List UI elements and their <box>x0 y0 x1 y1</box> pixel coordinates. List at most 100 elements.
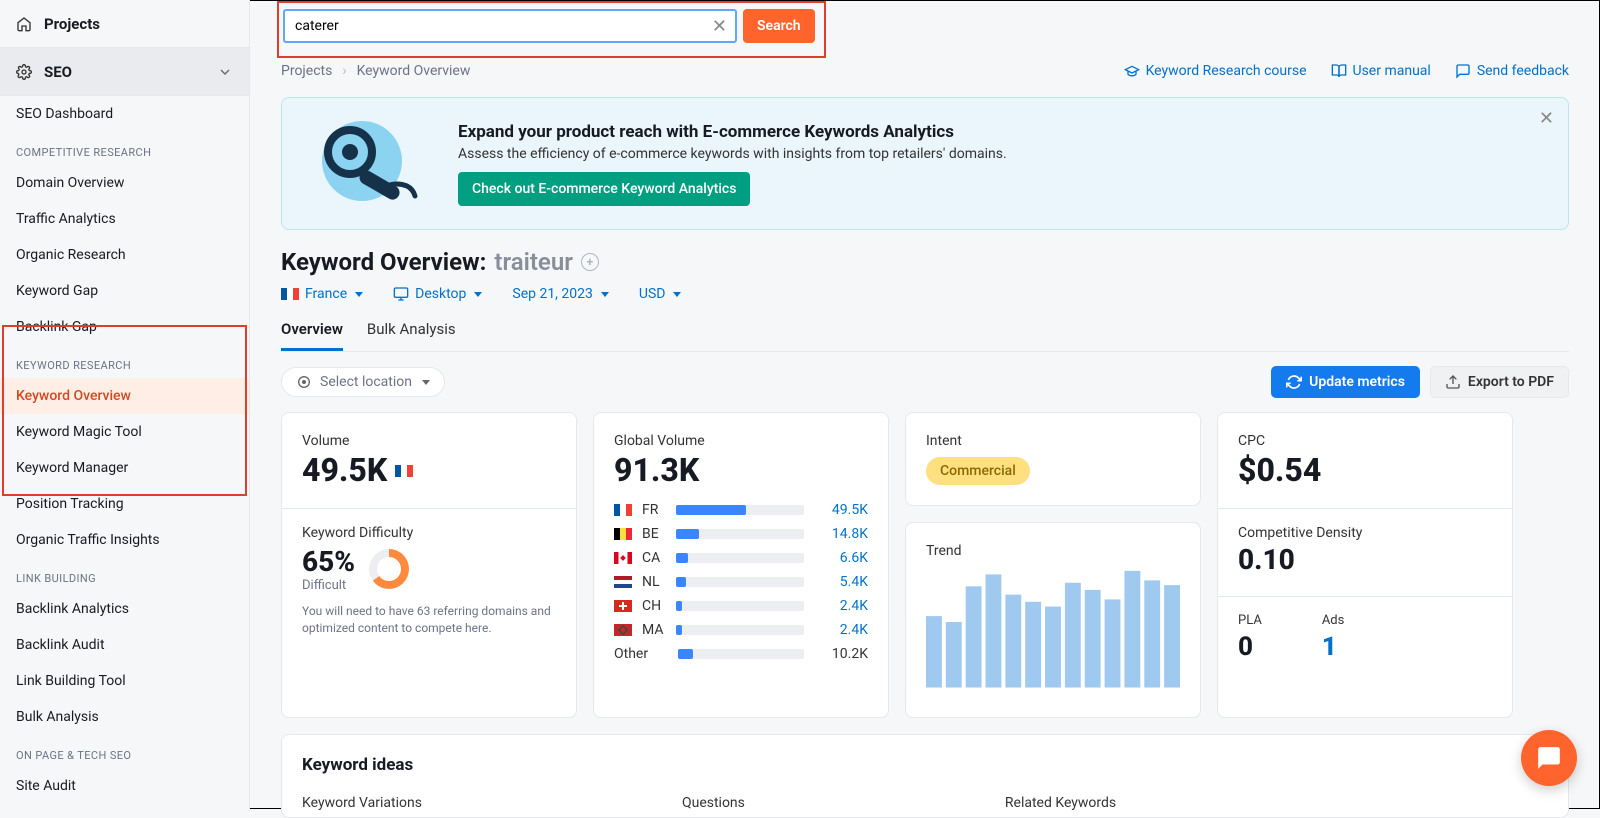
link-send-feedback[interactable]: Send feedback <box>1455 63 1569 79</box>
flag-ca-icon <box>614 552 632 564</box>
promo-illustration <box>302 116 432 211</box>
sidebar-item[interactable]: Organic Research <box>0 237 249 273</box>
sidebar-item[interactable]: Link Building Tool <box>0 663 249 699</box>
cpc-label: CPC <box>1238 433 1492 449</box>
volume-value[interactable]: 14.8K <box>814 526 868 542</box>
sidebar-item[interactable]: Position Tracking <box>0 486 249 522</box>
volume-value[interactable]: 2.4K <box>814 622 868 638</box>
country-code: BE <box>642 526 666 542</box>
global-row: BE 14.8K <box>614 526 868 542</box>
update-metrics-button[interactable]: Update metrics <box>1271 366 1420 398</box>
trend-chart <box>926 563 1180 693</box>
volume-bar <box>676 505 804 515</box>
ads-value: 1 <box>1322 632 1345 662</box>
promo-title: Expand your product reach with E-commerc… <box>458 122 1007 142</box>
flag-be-icon <box>614 528 632 540</box>
volume-value[interactable]: 5.4K <box>814 574 868 590</box>
search-button[interactable]: Search <box>743 9 815 43</box>
global-row: CA 6.6K <box>614 550 868 566</box>
sidebar-item[interactable]: Traffic Analytics <box>0 201 249 237</box>
sidebar-item[interactable]: Listing Management <box>0 804 249 809</box>
global-row-other: Other 10.2K <box>614 646 868 662</box>
sidebar-item[interactable]: Backlink Gap <box>0 309 249 345</box>
target-icon <box>296 374 312 390</box>
breadcrumb-root[interactable]: Projects <box>281 63 332 79</box>
sidebar-item[interactable]: Keyword Manager <box>0 450 249 486</box>
tab-bulk-analysis[interactable]: Bulk Analysis <box>367 320 456 351</box>
chevron-down-icon <box>217 64 233 80</box>
link-keyword-course[interactable]: Keyword Research course <box>1124 63 1307 79</box>
sidebar-item-keyword-overview[interactable]: Keyword Overview <box>0 378 249 414</box>
sidebar-heading: ON PAGE & TECH SEO <box>0 735 249 768</box>
sidebar-heading: COMPETITIVE RESEARCH <box>0 132 249 165</box>
sidebar-item[interactable]: Site Audit <box>0 768 249 804</box>
country-code: CA <box>642 550 666 566</box>
pla-label: PLA <box>1238 613 1262 628</box>
sidebar-seo-label: SEO <box>44 63 72 81</box>
location-select[interactable]: Select location <box>281 367 445 397</box>
sidebar-seo[interactable]: SEO <box>0 48 249 96</box>
promo-banner: Expand your product reach with E-commerc… <box>281 97 1569 230</box>
kd-sub: Difficult <box>302 578 355 593</box>
flag-ma-icon <box>614 624 632 636</box>
pla-value: 0 <box>1238 632 1262 662</box>
volume-value[interactable]: 49.5K <box>814 502 868 518</box>
ideas-title: Keyword ideas <box>302 755 1548 775</box>
card-cpc: CPC $0.54 Competitive Density 0.10 PLA 0… <box>1217 412 1513 718</box>
page-keyword: traiteur <box>494 248 572 276</box>
sidebar-item[interactable]: Keyword Magic Tool <box>0 414 249 450</box>
trend-label: Trend <box>926 543 1180 559</box>
sidebar: Projects SEO SEO Dashboard COMPETITIVE R… <box>0 0 250 809</box>
search-input[interactable] <box>293 17 712 35</box>
filter-date[interactable]: Sep 21, 2023 <box>512 286 609 302</box>
cd-label: Competitive Density <box>1238 525 1492 541</box>
card-keyword-ideas: Keyword ideas Keyword Variations Questio… <box>281 734 1569 818</box>
export-pdf-button[interactable]: Export to PDF <box>1430 366 1569 398</box>
volume-value[interactable]: 6.6K <box>814 550 868 566</box>
volume-bar <box>676 553 804 563</box>
filter-device[interactable]: Desktop <box>393 286 482 302</box>
upload-icon <box>1445 374 1461 390</box>
chevron-right-icon: › <box>342 63 346 79</box>
sidebar-item-seo-dashboard[interactable]: SEO Dashboard <box>0 96 249 132</box>
promo-close-icon[interactable]: ✕ <box>1539 108 1554 129</box>
tab-overview[interactable]: Overview <box>281 320 343 351</box>
global-row: FR 49.5K <box>614 502 868 518</box>
sidebar-item[interactable]: Domain Overview <box>0 165 249 201</box>
country-code: NL <box>642 574 666 590</box>
book-icon <box>1331 63 1347 79</box>
sidebar-item[interactable]: Keyword Gap <box>0 273 249 309</box>
cpc-value: $0.54 <box>1238 453 1492 488</box>
volume-bar <box>676 625 804 635</box>
volume-value[interactable]: 2.4K <box>814 598 868 614</box>
promo-cta-button[interactable]: Check out E-commerce Keyword Analytics <box>458 172 750 206</box>
global-row: CH 2.4K <box>614 598 868 614</box>
chat-icon <box>1536 745 1562 771</box>
sidebar-item[interactable]: Organic Traffic Insights <box>0 522 249 558</box>
kd-label: Keyword Difficulty <box>302 525 556 541</box>
refresh-icon <box>1286 374 1302 390</box>
sidebar-projects[interactable]: Projects <box>0 0 249 48</box>
volume-bar <box>676 601 804 611</box>
home-icon <box>16 16 32 32</box>
country-code: CH <box>642 598 666 614</box>
link-user-manual[interactable]: User manual <box>1331 63 1431 79</box>
filter-currency[interactable]: USD <box>639 286 682 302</box>
tabs: Overview Bulk Analysis <box>281 320 1569 352</box>
gear-icon <box>16 64 32 80</box>
card-trend: Trend <box>905 522 1201 718</box>
filter-country[interactable]: France <box>281 286 363 302</box>
sidebar-item[interactable]: Backlink Analytics <box>0 591 249 627</box>
breadcrumb: Projects › Keyword Overview <box>281 63 470 79</box>
add-keyword-icon[interactable]: + <box>581 253 599 271</box>
clear-search-icon[interactable]: ✕ <box>712 16 727 37</box>
country-code: FR <box>642 502 666 518</box>
kd-value: 65% <box>302 545 355 578</box>
sidebar-item[interactable]: Backlink Audit <box>0 627 249 663</box>
chat-fab[interactable] <box>1521 730 1577 786</box>
promo-text: Assess the efficiency of e-commerce keyw… <box>458 146 1007 162</box>
flag-fr-icon <box>614 504 632 516</box>
sidebar-item[interactable]: Bulk Analysis <box>0 699 249 735</box>
volume-value: 49.5K <box>302 453 387 488</box>
flag-fr-icon <box>395 465 413 477</box>
